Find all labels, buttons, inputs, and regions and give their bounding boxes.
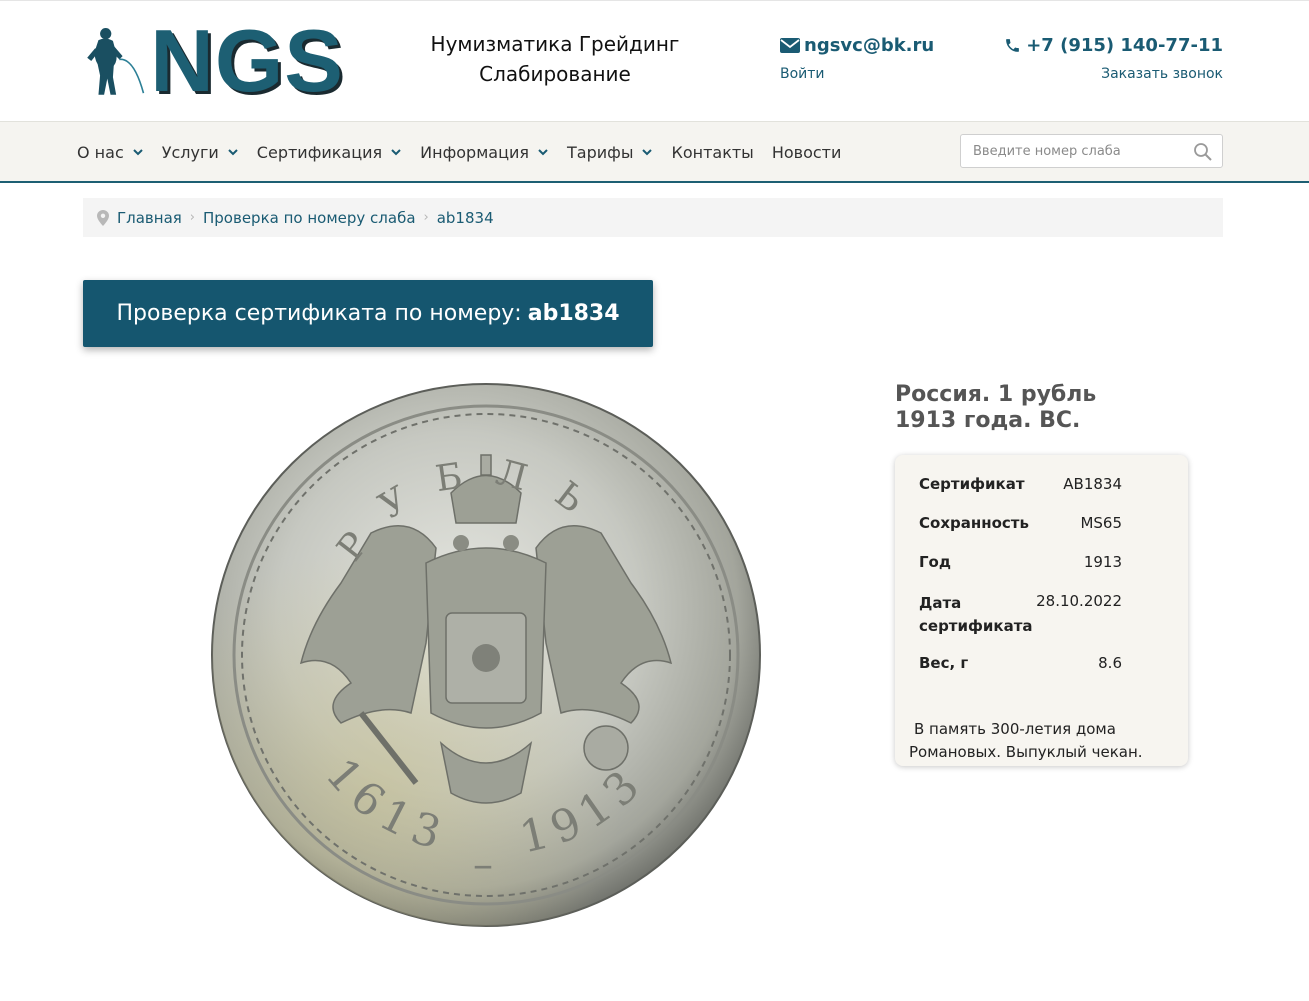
detail-value: MS65 [1080,514,1122,532]
detail-value: 28.10.2022 [1036,592,1122,610]
envelope-icon [780,38,800,53]
coin-description: В память 300-летия дома Романовых. Выпук… [909,720,1143,761]
nav-item-label: Услуги [161,142,219,162]
breadcrumb: Главная › Проверка по номеру слаба › ab1… [83,198,1223,237]
chevron-down-icon [228,149,238,156]
detail-row-weight: Вес, г 8.6 [919,654,1122,693]
detail-row-certificate: Сертификат AB1834 [919,475,1122,514]
detail-key: Сертификат [919,475,1025,493]
slab-search-input[interactable] [961,143,1181,159]
email-block: ngsvc@bk.ru Войти [780,35,934,82]
nav-item[interactable]: О нас [77,143,144,162]
phone-block: +7 (915) 140-77-11 Заказать звонок [1004,35,1223,82]
callback-link[interactable]: Заказать звонок [1004,66,1223,82]
nav-item-label: Новости [771,142,842,162]
detail-value: 8.6 [1098,654,1122,672]
detail-key: Год [919,553,951,571]
product-title: Россия. 1 рубль 1913 года. ВС. [895,382,1097,433]
breadcrumb-home[interactable]: Главная [117,209,182,227]
login-link[interactable]: Войти [780,66,934,82]
detail-row-grade: Сохранность MS65 [919,514,1122,553]
breadcrumb-slab-check[interactable]: Проверка по номеру слаба [203,209,416,227]
detail-value: AB1834 [1063,475,1122,493]
chevron-down-icon [538,149,548,156]
nav-item[interactable]: Контакты [671,143,753,162]
nav-item[interactable]: Информация [420,143,549,162]
chevron-down-icon [133,149,143,156]
email-text: ngsvc@bk.ru [804,35,935,56]
detail-value: 1913 [1083,553,1122,571]
detail-key: Вес, г [919,654,969,672]
chevron-down-icon [391,149,401,156]
breadcrumb-current[interactable]: ab1834 [437,209,494,227]
logo-text: NGS [150,11,344,110]
breadcrumb-separator-icon: › [189,210,195,225]
logo-figure-icon [87,28,145,95]
nav-item-label: Сертификация [256,142,383,162]
search-icon[interactable] [1193,142,1213,162]
phone-link[interactable]: +7 (915) 140-77-11 [1004,35,1223,56]
phone-text: +7 (915) 140-77-11 [1026,35,1223,56]
nav-item[interactable]: Новости [772,143,842,162]
banner-number: ab1834 [527,301,620,326]
certificate-details-table: Сертификат AB1834 Сохранность MS65 Год 1… [919,475,1122,693]
nav-items: О нас Услуги Сертификация Информация Тарифы К… [77,122,859,182]
detail-row-cert-date: Дата сертификата 28.10.2022 [919,592,1122,654]
nav-item-label: О нас [77,142,124,162]
tagline-line-2: Слабирование [479,62,631,86]
nav-item-label: Информация [420,142,529,162]
breadcrumb-separator-icon: › [423,210,429,225]
detail-key: Сохранность [919,514,1029,532]
phone-icon [1006,39,1020,52]
nav-item[interactable]: Услуги [162,143,239,162]
detail-key: Дата сертификата [919,594,1033,635]
nav-item[interactable]: Тарифы [567,143,653,162]
coin-image: РУБЛЬ 1613 1913 – [211,383,761,927]
coin-separator: – [473,842,493,888]
nav-item-label: Контакты [671,142,754,162]
map-pin-icon [97,209,109,226]
chevron-down-icon [642,149,653,156]
nav-item-label: Тарифы [567,142,634,162]
banner-prefix: Проверка сертификата по номеру: [116,301,522,326]
site-logo[interactable]: NGS [84,16,344,106]
main-nav: О нас Услуги Сертификация Информация Тарифы К… [0,121,1309,183]
site-tagline: Нумизматика Грейдинг Слабирование [430,29,680,89]
certificate-details-card: Сертификат AB1834 Сохранность MS65 Год 1… [895,455,1188,766]
detail-row-year: Год 1913 [919,553,1122,592]
site-header: NGS Нумизматика Грейдинг Слабирование ng… [0,0,1309,121]
email-link[interactable]: ngsvc@bk.ru [780,35,934,56]
certificate-check-banner: Проверка сертификата по номеру: ab1834 [83,280,653,347]
slab-search [960,134,1223,168]
nav-item[interactable]: Сертификация [257,143,402,162]
tagline-line-1: Нумизматика Грейдинг [430,32,680,56]
